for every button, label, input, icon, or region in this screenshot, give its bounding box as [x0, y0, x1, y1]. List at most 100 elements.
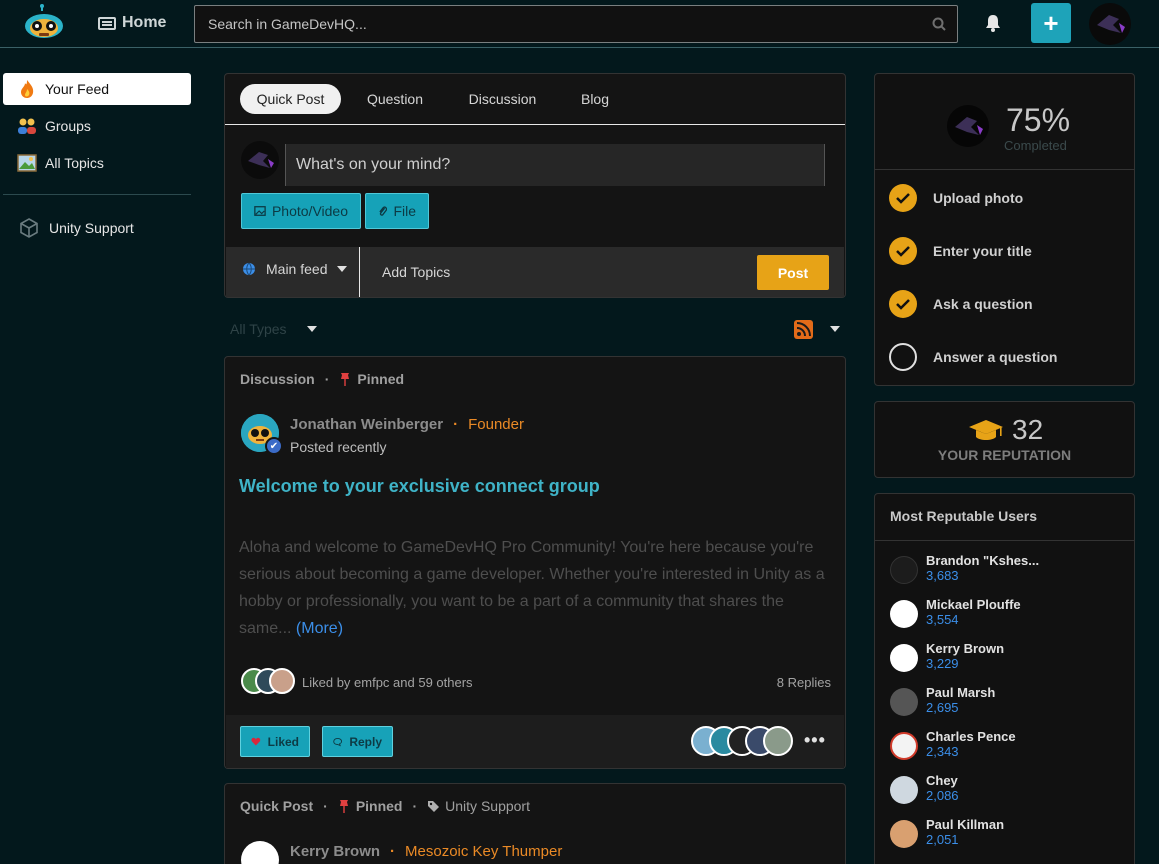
reply-label: Reply	[349, 734, 382, 749]
notification-bell-icon[interactable]	[983, 13, 1003, 33]
sidebar-item-all-topics[interactable]: All Topics	[3, 147, 191, 179]
user-name: Brandon "Kshes...	[926, 553, 1040, 568]
repliers-avatars[interactable]	[691, 726, 793, 756]
comment-icon	[333, 737, 343, 746]
user-name: Paul Marsh	[926, 685, 996, 700]
file-button[interactable]: File	[365, 193, 429, 229]
feed-select-label: Main feed	[266, 261, 328, 277]
top-user-row[interactable]: Mickael Plouffe 3,554	[890, 594, 1130, 634]
author-line: Jonathan Weinberger · Founder	[290, 416, 524, 433]
people-icon	[17, 116, 37, 136]
post-meta: Discussion · Pinned	[240, 371, 405, 387]
graduation-cap-icon	[969, 420, 1003, 440]
top-user-row[interactable]: Kerry Brown 3,229	[890, 638, 1130, 678]
user-score: 2,695	[926, 700, 959, 715]
footer-divider	[359, 247, 360, 297]
post-timestamp: Posted recently	[290, 439, 387, 455]
pinned-label: Pinned	[355, 798, 403, 814]
author-avatar[interactable]: ✔	[241, 414, 283, 455]
liked-by-text[interactable]: Liked by emfpc and 59 others	[302, 675, 473, 690]
types-filter[interactable]: All Types	[230, 321, 317, 337]
top-users-heading: Most Reputable Users	[890, 508, 1038, 524]
add-topics-button[interactable]: Add Topics	[382, 264, 450, 280]
reputation-value: 32	[1012, 414, 1044, 445]
task-answer-question[interactable]: Answer a question	[889, 342, 1057, 372]
top-user-row[interactable]: Chey 2,086	[890, 770, 1130, 810]
replies-count[interactable]: 8 Replies	[777, 675, 831, 690]
task-label: Upload photo	[933, 190, 1024, 206]
home-nav-button[interactable]: Home	[98, 12, 166, 34]
top-user-row[interactable]: Paul Marsh 2,695	[890, 682, 1130, 722]
feed-post: Discussion · Pinned ✔ Jonathan Weinberge…	[224, 356, 846, 769]
post-composer: Quick Post Question Discussion Blog Phot…	[224, 73, 846, 298]
user-score: 2,051	[926, 832, 959, 847]
topic-label: Unity Support	[445, 798, 530, 814]
tab-question[interactable]: Question	[360, 84, 430, 114]
sidebar-item-label: Groups	[45, 118, 91, 134]
more-options-icon[interactable]: •••	[804, 730, 826, 751]
feed-filter-row: All Types	[224, 316, 846, 342]
tab-discussion[interactable]: Discussion	[460, 84, 545, 114]
fire-icon	[17, 79, 37, 99]
top-user-row[interactable]: Brandon "Kshes... 3,683	[890, 550, 1130, 590]
task-ask-question[interactable]: Ask a question	[889, 289, 1033, 319]
chevron-down-icon	[306, 326, 317, 332]
chevron-down-icon	[337, 266, 348, 272]
liked-button[interactable]: Liked	[240, 726, 310, 757]
search-icon[interactable]	[932, 17, 946, 31]
post-button[interactable]: Post	[757, 255, 829, 290]
reputation-row: 32	[968, 414, 1043, 446]
search-box	[194, 5, 958, 43]
composer-avatar	[241, 141, 279, 179]
task-upload-photo[interactable]: Upload photo	[889, 183, 1023, 213]
topic-tag[interactable]: Unity Support	[427, 798, 530, 814]
photo-video-button[interactable]: Photo/Video	[241, 193, 361, 229]
user-avatar	[890, 776, 918, 804]
user-name: Paul Killman	[926, 817, 1005, 832]
gamedevhq-logo[interactable]	[22, 4, 66, 42]
task-enter-title[interactable]: Enter your title	[889, 236, 1032, 266]
top-user-row[interactable]: Charles Pence 2,343	[890, 726, 1130, 766]
author-name[interactable]: Kerry Brown	[290, 843, 380, 860]
sidebar-item-your-feed[interactable]: Your Feed	[3, 73, 191, 105]
image-icon	[254, 206, 266, 216]
post-text-input[interactable]	[285, 144, 825, 186]
reputation-label: YOUR REPUTATION	[937, 447, 1072, 463]
checkmark-icon	[889, 290, 917, 318]
likers-avatars[interactable]	[241, 668, 295, 694]
author-name[interactable]: Jonathan Weinberger	[290, 416, 443, 433]
pin-icon	[339, 800, 348, 813]
search-input[interactable]	[195, 6, 915, 42]
progress-percent: 75%	[1006, 102, 1071, 138]
reputation-card: 32 YOUR REPUTATION	[874, 401, 1135, 478]
top-user-row[interactable]: Paul Killman 2,051	[890, 814, 1130, 854]
newspaper-icon	[98, 16, 116, 30]
rss-dropdown-icon[interactable]	[830, 326, 840, 332]
post-actions: Liked Reply •••	[226, 715, 844, 768]
reply-button[interactable]: Reply	[322, 726, 393, 757]
profile-progress-card: 75% Completed Upload photo Enter your ti…	[874, 73, 1135, 386]
rss-icon[interactable]	[794, 320, 813, 339]
unity-icon	[17, 218, 41, 238]
sidebar-item-groups[interactable]: Groups	[3, 110, 191, 142]
author-avatar[interactable]	[241, 841, 279, 864]
user-name: Kerry Brown	[926, 641, 1005, 656]
user-score: 3,229	[926, 656, 959, 671]
replier-avatar	[763, 726, 793, 756]
feed-selector[interactable]: Main feed	[242, 261, 348, 277]
user-avatar	[890, 688, 918, 716]
post-type: Discussion	[240, 371, 315, 387]
tab-quick-post[interactable]: Quick Post	[240, 84, 341, 114]
user-name: Charles Pence	[926, 729, 1016, 744]
author-role: Founder	[468, 416, 524, 433]
user-avatar[interactable]	[1089, 3, 1131, 45]
user-name: Mickael Plouffe	[926, 597, 1021, 612]
sidebar-item-unity-support[interactable]: Unity Support	[3, 212, 191, 244]
create-button[interactable]: +	[1031, 3, 1071, 43]
read-more-link[interactable]: (More)	[296, 620, 343, 637]
paperclip-icon	[379, 206, 388, 216]
user-name: Chey	[926, 773, 958, 788]
liker-avatar	[269, 668, 295, 694]
tab-blog[interactable]: Blog	[571, 84, 619, 114]
post-title[interactable]: Welcome to your exclusive connect group	[239, 476, 600, 497]
